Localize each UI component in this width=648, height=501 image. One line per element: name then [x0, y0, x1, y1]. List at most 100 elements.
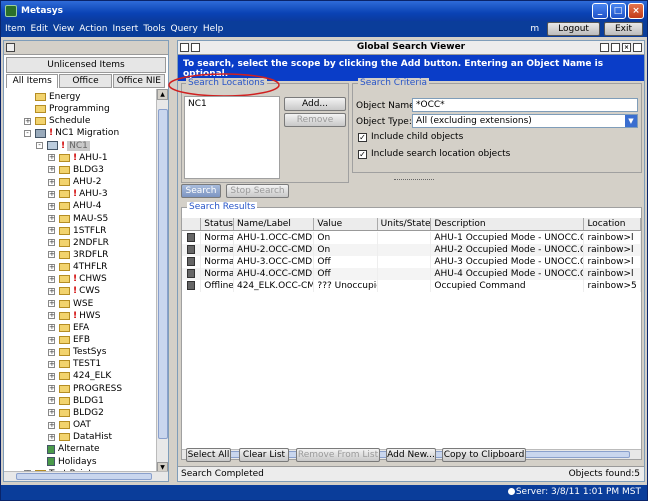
panel-splitter[interactable] [171, 40, 176, 482]
tree-node[interactable]: -! NC1 [36, 140, 90, 152]
tree-expander-icon[interactable]: + [48, 421, 55, 429]
table-row[interactable]: Offline424_ELK.OCC-CMD??? Unoccupied Occu… [182, 280, 641, 292]
chevron-down-icon[interactable]: ▼ [625, 115, 637, 127]
tree-node[interactable]: Holidays [36, 456, 97, 468]
tree-expander-icon[interactable]: + [24, 117, 31, 125]
tree-node[interactable]: +! CWS [48, 285, 100, 297]
tree-node[interactable]: +1STFLR [48, 225, 106, 237]
table-row[interactable]: Normal AHU-2.OCC-CMD On AHU-2 Occupied Mode… [182, 244, 641, 256]
tree-expander-icon[interactable]: + [48, 433, 55, 441]
tree-node[interactable]: + PROGRESS [48, 383, 122, 395]
add-new-button[interactable]: Add New... [386, 448, 436, 462]
minimize-button[interactable]: _ [592, 3, 608, 19]
menu-item[interactable]: Item [5, 24, 26, 34]
tree-expander-icon[interactable]: + [48, 348, 55, 356]
search-locations-list[interactable]: NC1 [184, 96, 280, 179]
unlicensed-items-button[interactable]: Unlicensed Items [6, 57, 166, 73]
table-row[interactable]: Normal AHU-1.OCC-CMD On AHU-1 Occupied Mode… [182, 232, 641, 244]
tree-node[interactable]: + AHU-2 [48, 176, 102, 188]
tree-expander-icon[interactable]: + [48, 336, 55, 344]
tree-expander-icon[interactable]: + [48, 215, 55, 222]
menu-view[interactable]: View [53, 24, 74, 34]
tree-expander-icon[interactable]: + [48, 166, 55, 174]
tree-node[interactable]: + AHU-4 [48, 200, 102, 212]
splitter-grip-icon[interactable] [394, 179, 434, 182]
exit-button[interactable]: Exit [603, 22, 643, 36]
column-header[interactable]: Location [584, 218, 641, 230]
remove-from-list-button[interactable]: Remove From List [296, 448, 380, 462]
tree-view-icon[interactable] [6, 43, 15, 52]
location-item[interactable]: NC1 [185, 97, 279, 111]
menu-tools[interactable]: Tools [143, 24, 165, 34]
column-header[interactable]: Status [201, 218, 234, 230]
tree-node[interactable]: +! AHU-3 [48, 188, 108, 200]
tree-expander-icon[interactable]: + [48, 227, 55, 235]
column-header[interactable]: Units/States [378, 218, 432, 230]
tree-node[interactable]: + MAU-S5 [48, 213, 108, 225]
viewer-lock-icon[interactable] [191, 43, 200, 52]
tree-node[interactable]: + BLDG2 [48, 407, 104, 419]
tree-node[interactable]: + TEST1 [48, 358, 101, 370]
tree-node[interactable]: +3RDFLR [48, 249, 108, 261]
object-type-select[interactable]: All (excluding extensions) ▼ [412, 114, 638, 128]
tree-expander-icon[interactable]: + [48, 154, 55, 162]
tree-expander-icon[interactable]: - [36, 142, 43, 150]
tree-node[interactable]: + OAT [48, 419, 91, 431]
tree-hscroll-thumb[interactable] [16, 473, 152, 480]
menu-query[interactable]: Query [170, 24, 197, 34]
include-child-objects-checkbox[interactable]: ✓ Include child objects [358, 132, 463, 142]
tree-expander-icon[interactable]: - [24, 129, 31, 137]
tree-node[interactable]: + WSE [48, 298, 93, 310]
column-header[interactable]: Description [431, 218, 585, 230]
tree-node[interactable]: +! CHWS [48, 273, 107, 285]
tree-expander-icon[interactable]: + [48, 360, 55, 368]
tree-expander-icon[interactable]: + [48, 324, 55, 332]
tree-node[interactable]: +424_ELK [48, 370, 111, 382]
stop-search-button[interactable]: Stop Search [226, 184, 289, 198]
tree-node[interactable]: +4THFLR [48, 261, 107, 273]
close-panel-icon[interactable]: × [622, 43, 631, 52]
tree-expander-icon[interactable]: + [48, 239, 55, 247]
tree-node[interactable]: + Schedule [24, 115, 90, 127]
tree-expander-icon[interactable]: + [48, 251, 55, 259]
column-header[interactable]: Name/Label [234, 218, 315, 230]
menu-insert[interactable]: Insert [112, 24, 138, 34]
detach-icon[interactable] [633, 43, 642, 52]
object-name-input[interactable]: *OCC* [412, 98, 638, 112]
menu-edit[interactable]: Edit [31, 24, 48, 34]
tree-expander-icon[interactable]: + [48, 372, 55, 380]
tree-node[interactable]: +2NDFLR [48, 237, 109, 249]
tree-node[interactable]: Programming [24, 103, 110, 115]
tree-expander-icon[interactable]: + [48, 409, 55, 417]
tree-node[interactable]: + DataHist [48, 431, 112, 443]
tree-node[interactable]: -! NC1 Migration [24, 127, 119, 139]
select-all-button[interactable]: Select All [186, 448, 231, 462]
tree-expander-icon[interactable]: + [48, 300, 55, 308]
remove-location-button[interactable]: Remove [284, 113, 346, 127]
tree-node[interactable]: Alternate [36, 443, 100, 455]
tree-node[interactable]: +! AHU-1 [48, 152, 108, 164]
column-header[interactable]: Value [314, 218, 378, 230]
tab-office-nie[interactable]: Office NIE [112, 74, 165, 88]
tree-expander-icon[interactable]: + [48, 275, 55, 283]
menu-action[interactable]: Action [79, 24, 107, 34]
tree-node[interactable]: Energy [24, 91, 81, 103]
tree-expander-icon[interactable]: + [48, 190, 55, 198]
clear-list-button[interactable]: Clear List [239, 448, 289, 462]
tree-expander-icon[interactable]: + [48, 263, 55, 271]
close-window-button[interactable]: × [628, 3, 644, 19]
tree-node[interactable]: + EFB [48, 334, 90, 346]
table-row[interactable]: Normal AHU-4.OCC-CMD Off AHU-4 Occupied Mod… [182, 268, 641, 280]
tree-expander-icon[interactable]: + [48, 312, 55, 320]
tree-expander-icon[interactable]: + [48, 178, 55, 186]
tree-node[interactable]: + EFA [48, 322, 89, 334]
add-location-button[interactable]: Add... [284, 97, 346, 111]
print-icon[interactable] [600, 43, 609, 52]
tree-expander-icon[interactable]: + [48, 385, 55, 393]
maximize-button[interactable]: □ [610, 3, 626, 19]
search-button[interactable]: Search [181, 184, 221, 198]
tab-office[interactable]: Office [59, 74, 112, 88]
tree-expander-icon[interactable]: + [48, 287, 55, 295]
tree-horizontal-scrollbar[interactable] [4, 471, 168, 481]
logout-button[interactable]: Logout [547, 22, 600, 36]
